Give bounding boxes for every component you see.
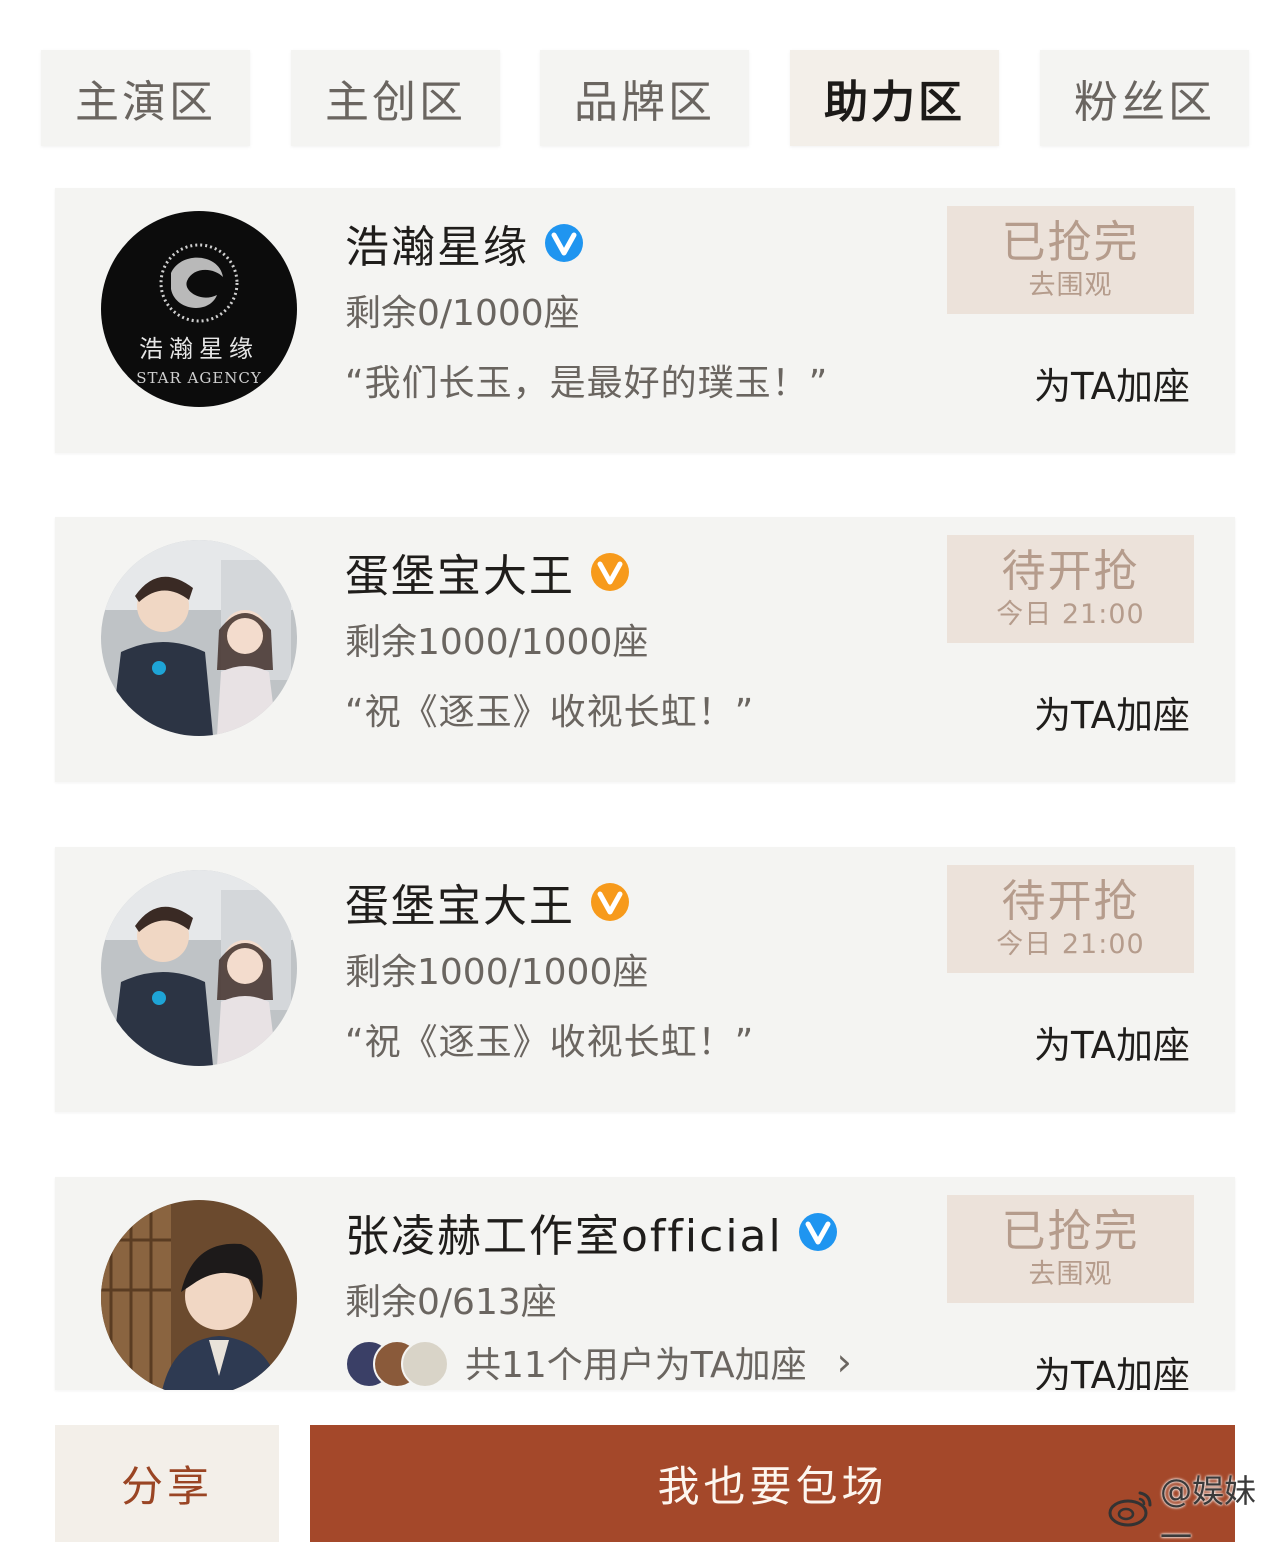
name-row: 蛋堡宝大王 [345,869,631,935]
seats-remaining: 剩余1000/1000座 [345,952,649,993]
verified-badge-icon [797,1211,839,1253]
zone-tabs: 主演区 主创区 品牌区 助力区 粉丝区 [0,0,1284,170]
account-name[interactable]: 蛋堡宝大王 [345,870,575,934]
tab-support[interactable]: 助力区 [790,50,999,146]
status-sublabel: 今日 21:00 [996,929,1145,960]
status-label: 待开抢 [1001,876,1140,927]
account-name[interactable]: 张凌赫工作室official [345,1200,783,1264]
name-row: 张凌赫工作室official [345,1199,839,1265]
avatar[interactable] [101,540,297,736]
status-button[interactable]: 已抢完 去围观 [947,1195,1194,1303]
add-seat-link[interactable]: 为TA加座 [1034,1015,1190,1069]
supporter-avatar [401,1340,449,1388]
status-button[interactable]: 已抢完 去围观 [947,206,1194,314]
status-label: 待开抢 [1001,546,1140,597]
add-seat-link[interactable]: 为TA加座 [1034,356,1190,410]
status-button[interactable]: 待开抢 今日 21:00 [947,865,1194,973]
status-sublabel: 去围观 [1028,270,1113,301]
card-quote: “我们长玉，是最好的璞玉！” [345,363,829,404]
seats-remaining: 剩余0/1000座 [345,293,580,334]
weibo-logo-icon [1108,1489,1154,1535]
verified-badge-icon [589,881,631,923]
status-button[interactable]: 待开抢 今日 21:00 [947,535,1194,643]
watermark-text: @娱妹一 [1160,1472,1257,1556]
booking-card[interactable]: 张凌赫工作室official 剩余0/613座 共11个用户为TA加座 › 已抢… [55,1177,1235,1390]
name-row: 浩瀚星缘 [345,210,585,276]
account-name[interactable]: 蛋堡宝大王 [345,540,575,604]
status-sublabel: 今日 21:00 [996,599,1145,630]
seats-remaining: 剩余1000/1000座 [345,622,649,663]
avatar[interactable] [101,1200,297,1390]
verified-badge-icon [589,551,631,593]
watermark: @娱妹一 [1108,1472,1284,1556]
tab-creators[interactable]: 主创区 [291,50,500,146]
status-label: 已抢完 [1001,1206,1140,1257]
book-screening-button[interactable]: 我也要包场 [310,1425,1235,1542]
avatar[interactable]: 浩瀚星缘 STAR AGENCY [101,211,297,407]
share-button[interactable]: 分享 [55,1425,279,1542]
supporters-row[interactable]: 共11个用户为TA加座 › [345,1332,852,1390]
chevron-right-icon: › [836,1340,852,1384]
account-name[interactable]: 浩瀚星缘 [345,211,529,275]
avatar-caption-en: STAR AGENCY [136,369,262,387]
seats-remaining: 剩余0/613座 [345,1282,557,1323]
status-sublabel: 去围观 [1028,1259,1113,1290]
avatar-caption: 浩瀚星缘 [139,335,259,363]
add-seat-link[interactable]: 为TA加座 [1034,685,1190,739]
booking-card[interactable]: 蛋堡宝大王 剩余1000/1000座 “祝《逐玉》收视长虹！” 待开抢 今日 2… [55,517,1235,782]
supporters-count: 共11个用户为TA加座 [465,1345,807,1386]
avatar[interactable] [101,870,297,1066]
card-quote: “祝《逐玉》收视长虹！” [345,692,755,733]
booking-card[interactable]: 蛋堡宝大王 剩余1000/1000座 “祝《逐玉》收视长虹！” 待开抢 今日 2… [55,847,1235,1112]
name-row: 蛋堡宝大王 [345,539,631,605]
tab-brands[interactable]: 品牌区 [540,50,749,146]
verified-badge-icon [543,222,585,264]
card-quote: “祝《逐玉》收视长虹！” [345,1022,755,1063]
status-label: 已抢完 [1001,217,1140,268]
tab-fans[interactable]: 粉丝区 [1040,50,1249,146]
tab-lead-actors[interactable]: 主演区 [41,50,250,146]
booking-card[interactable]: 浩瀚星缘 STAR AGENCY 浩瀚星缘 剩余0/1000座 “我们长玉，是最… [55,188,1235,453]
supporter-avatars [345,1338,449,1388]
add-seat-link[interactable]: 为TA加座 [1034,1345,1190,1390]
